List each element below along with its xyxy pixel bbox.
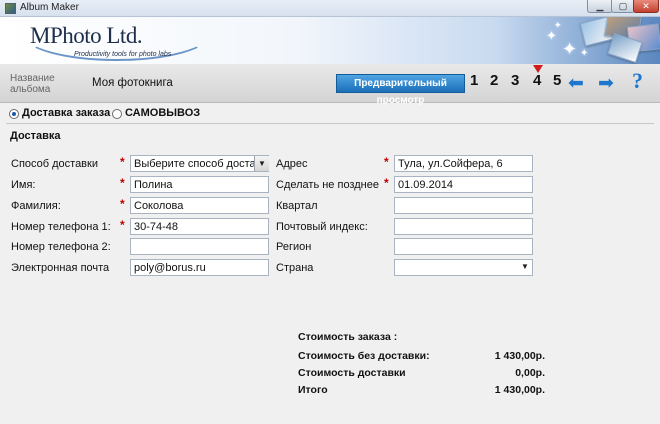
section-divider [6,123,654,124]
total-label: Итого [298,384,328,396]
field-label: Имя: [11,179,36,191]
company-tagline: Productivity tools for photo labs [74,51,172,58]
step-4-button[interactable]: 4 [533,72,541,89]
field-label: Регион [276,241,312,253]
shipping-label: Стоимость доставки [298,367,406,379]
field-label: Адрес [276,158,308,170]
order-cost-heading: Стоимость заказа : [298,331,398,343]
region-input[interactable] [394,238,533,255]
step-5-button[interactable]: 5 [553,72,561,89]
postal-code-input[interactable] [394,218,533,235]
last-name-input[interactable]: Соколова [130,197,269,214]
chevron-down-icon[interactable]: ▼ [254,156,269,171]
deadline-date-input[interactable]: 01.09.2014 [394,176,533,193]
help-icon[interactable]: ? [632,70,643,92]
delivery-radio-label[interactable]: Доставка заказа [22,107,110,119]
required-marker: * [384,155,389,169]
email-input[interactable]: poly@borus.ru [130,259,269,276]
field-label: Почтовый индекс: [276,221,368,233]
app-icon [5,3,16,14]
required-marker: * [120,218,125,232]
album-name-value[interactable]: Моя фотокнига [92,77,173,89]
minimize-button[interactable]: ▁ [587,0,613,13]
window-title: Album Maker [20,2,79,13]
required-marker: * [120,197,125,211]
phone1-input[interactable]: 30-74-48 [130,218,269,235]
country-select[interactable] [394,259,533,276]
step-2-button[interactable]: 2 [490,72,498,89]
close-button[interactable]: ✕ [633,0,659,13]
phone2-input[interactable] [130,238,269,255]
shipping-value: 0,00р. [515,367,545,379]
arrow-right-icon[interactable]: ➡ [598,74,614,93]
subtotal-value: 1 430,00р. [494,350,545,362]
maximize-button[interactable]: ▢ [611,0,635,13]
step-3-button[interactable]: 3 [511,72,519,89]
pickup-radio[interactable] [112,109,122,119]
arrow-left-icon[interactable]: ⬅ [568,74,584,93]
field-label: Квартал [276,200,318,212]
company-logo: MPhoto Ltd. [30,23,143,48]
address-input[interactable]: Тула, ул.Сойфера, 6 [394,155,533,172]
album-name-label: Название альбома [10,73,55,95]
section-title: Доставка [10,130,61,142]
delivery-radio[interactable] [9,109,19,119]
window-title-bar: Album Maker ▁ ▢ ✕ [0,0,660,17]
total-value: 1 430,00р. [494,384,545,396]
required-marker: * [384,176,389,190]
chevron-down-icon[interactable]: ▼ [521,262,529,271]
photo-collage-image: ✦ ✦ ✦ ✦ [540,17,660,64]
field-label: Электронная почта [11,262,110,274]
quarter-input[interactable] [394,197,533,214]
field-label: Фамилия: [11,200,61,212]
first-name-input[interactable]: Полина [130,176,269,193]
header-banner: MPhoto Ltd. Productivity tools for photo… [0,17,660,64]
preview-button[interactable]: Предварительный просмотр [336,74,465,106]
delivery-method-select[interactable]: Выберите способ доставки [130,155,269,172]
field-label: Сделать не позднее [276,179,379,191]
required-marker: * [120,155,125,169]
field-label: Номер телефона 1: [11,221,111,233]
field-label: Номер телефона 2: [11,241,111,253]
select-value: Выберите способ доставки [134,158,269,170]
step-1-button[interactable]: 1 [470,72,478,89]
required-marker: * [120,176,125,190]
pickup-radio-label[interactable]: САМОВЫВОЗ [125,107,200,119]
field-label: Страна [276,262,314,274]
field-label: Способ доставки [11,158,98,170]
subtotal-label: Стоимость без доставки: [298,350,430,362]
wizard-nav-bar: Название альбома Моя фотокнига Предварит… [0,64,660,106]
